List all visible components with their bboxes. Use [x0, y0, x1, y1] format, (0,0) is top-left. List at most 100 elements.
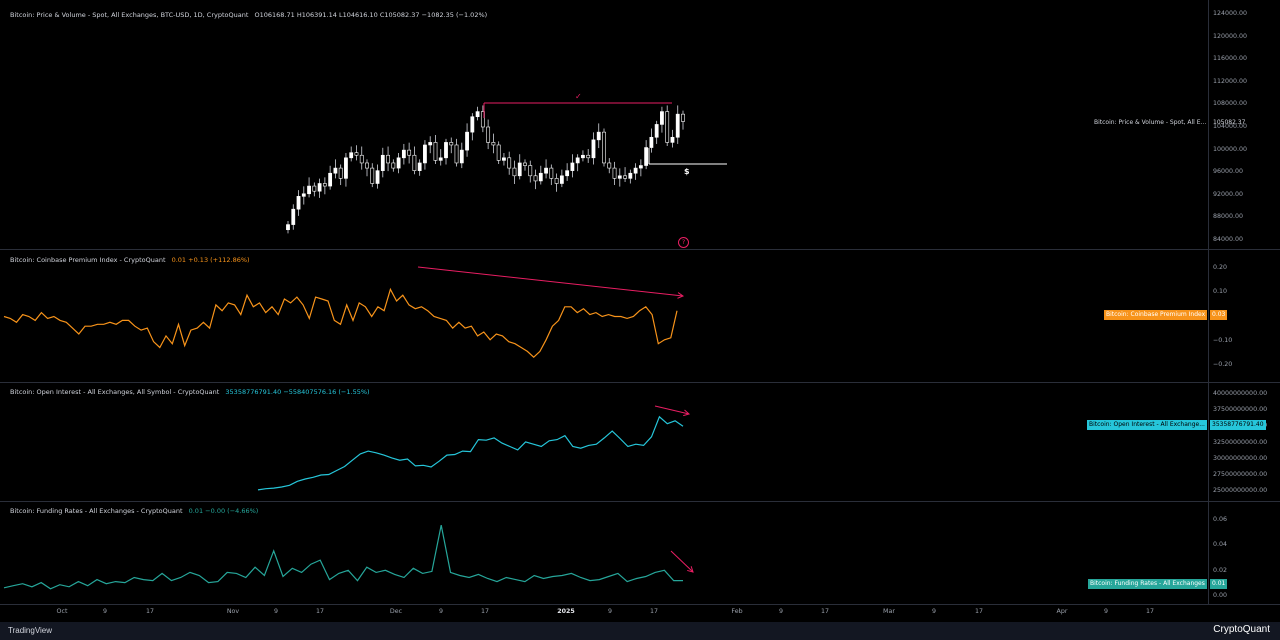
candle-body	[544, 167, 548, 174]
x-tick-label: 9	[438, 608, 444, 615]
candle-body	[465, 131, 469, 151]
cpi-legend-title: Bitcoin: Coinbase Premium Index - Crypto…	[10, 256, 166, 264]
y-tick-label: 0.10	[1213, 288, 1228, 296]
x-tick-label: 9	[102, 608, 108, 615]
chart-canvas[interactable]	[0, 0, 1280, 640]
candle-body	[296, 196, 301, 210]
price-series-name-tag: Bitcoin: Price & Volume - Spot, All E...	[1094, 119, 1207, 126]
cpi-last-value-tag: 0.03	[1210, 310, 1228, 320]
candle-body	[675, 113, 680, 138]
candle-body	[307, 185, 311, 195]
candle-body	[628, 172, 633, 179]
y-tick-label: 0.04	[1213, 541, 1228, 549]
y-tick-label: 0.02	[1213, 566, 1228, 574]
y-tick-label: 88000.00	[1213, 213, 1244, 221]
open-value: O106168.71	[254, 11, 295, 19]
y-tick-label: 32500000000.00	[1213, 438, 1268, 446]
price-scale[interactable]	[1208, 0, 1280, 604]
time-axis-border	[0, 604, 1280, 605]
cryptoquant-logo[interactable]: CryptoQuant	[1213, 624, 1270, 635]
y-tick-label: 0.20	[1213, 264, 1228, 271]
cpi-change: +0.13 (+112.86%)	[188, 256, 250, 264]
x-tick-label: Mar	[883, 608, 895, 615]
oi-legend: Bitcoin: Open Interest - All Exchanges, …	[10, 388, 370, 396]
candle-body	[586, 154, 591, 159]
oi-change: −558407576.16 (−1.55%)	[283, 388, 370, 396]
candle-body	[354, 152, 359, 156]
funding-line	[3, 524, 683, 590]
candle-body	[660, 111, 664, 125]
y-tick-label: 120000.00	[1213, 32, 1248, 40]
question-label: ?	[681, 238, 686, 246]
candle-body	[333, 167, 338, 174]
candle-body	[681, 113, 685, 122]
tradingview-label: TradingView	[8, 626, 53, 635]
fr-value: 0.01	[188, 507, 204, 515]
y-tick-label: 124000.00	[1213, 10, 1248, 17]
candle-body	[438, 157, 443, 161]
candle-body	[617, 175, 622, 179]
x-tick-label: 17	[315, 608, 325, 615]
y-tick-label: −0.20	[1213, 361, 1233, 368]
candle-body	[349, 152, 354, 159]
oi-series-name-tag: Bitcoin: Open Interest - All Exchange...	[1087, 420, 1207, 430]
candle-body	[291, 208, 296, 225]
candle-body	[428, 142, 433, 146]
dollar-label: $	[684, 167, 690, 176]
pane-separator[interactable]	[0, 382, 1280, 383]
y-tick-label: 100000.00	[1213, 145, 1248, 153]
candle-body	[401, 149, 406, 159]
funding-divergence-arrow	[670, 550, 694, 573]
candle-body	[602, 131, 606, 164]
candle-body	[591, 139, 596, 159]
x-tick-label: 9	[778, 608, 784, 615]
change-value: −1082.35 (−1.02%)	[421, 11, 488, 19]
y-tick-label: 112000.00	[1213, 77, 1248, 85]
tradingview-logo[interactable]: TradingView	[8, 626, 52, 635]
x-tick-label: 17	[145, 608, 155, 615]
x-tick-label: Feb	[731, 608, 743, 615]
candle-body	[607, 162, 612, 169]
y-tick-label: 84000.00	[1213, 236, 1244, 243]
candle-body	[533, 175, 538, 182]
x-tick-label: Oct	[56, 608, 68, 615]
candle-body	[286, 224, 290, 231]
cpi-divergence-arrow	[417, 266, 684, 297]
candle-body	[423, 144, 427, 164]
candle-body	[407, 149, 412, 156]
high-value: H106391.14	[296, 11, 337, 19]
cpi-line	[3, 287, 678, 359]
low-value: L104616.10	[338, 11, 378, 19]
candle-body	[512, 167, 517, 177]
candle-body	[454, 144, 459, 164]
candle-body	[370, 167, 375, 184]
y-tick-label: 108000.00	[1213, 100, 1248, 108]
candle-body	[459, 149, 464, 164]
y-tick-label: 27500000000.00	[1213, 470, 1268, 478]
oi-value: 35358776791.40	[225, 388, 282, 396]
question-icon[interactable]: ?	[678, 237, 689, 248]
pane-separator[interactable]	[0, 501, 1280, 502]
candle-body	[359, 154, 364, 164]
oi-legend-title: Bitcoin: Open Interest - All Exchanges, …	[10, 388, 220, 396]
candle-body	[449, 142, 454, 146]
oi-divergence-arrow	[654, 405, 690, 415]
candle-body	[322, 183, 327, 187]
fr-last-value-tag: 0.01	[1210, 579, 1228, 589]
oi-last-value-tag: 35358776791.40	[1210, 420, 1266, 430]
y-tick-label: 96000.00	[1213, 168, 1244, 176]
candle-body	[528, 165, 533, 177]
y-tick-label: −0.10	[1213, 336, 1233, 344]
candle-body	[570, 162, 575, 171]
candle-body	[375, 170, 380, 184]
candle-body	[491, 142, 496, 146]
pane-separator[interactable]	[0, 249, 1280, 250]
candle-body	[559, 175, 564, 184]
candle-body	[486, 126, 491, 143]
x-tick-label: Apr	[1056, 608, 1068, 615]
candle-body	[301, 193, 306, 197]
fr-legend-title: Bitcoin: Funding Rates - All Exchanges -…	[10, 507, 183, 515]
y-tick-label: 116000.00	[1213, 55, 1248, 63]
candle-body	[502, 157, 506, 161]
x-tick-label: 9	[931, 608, 937, 615]
